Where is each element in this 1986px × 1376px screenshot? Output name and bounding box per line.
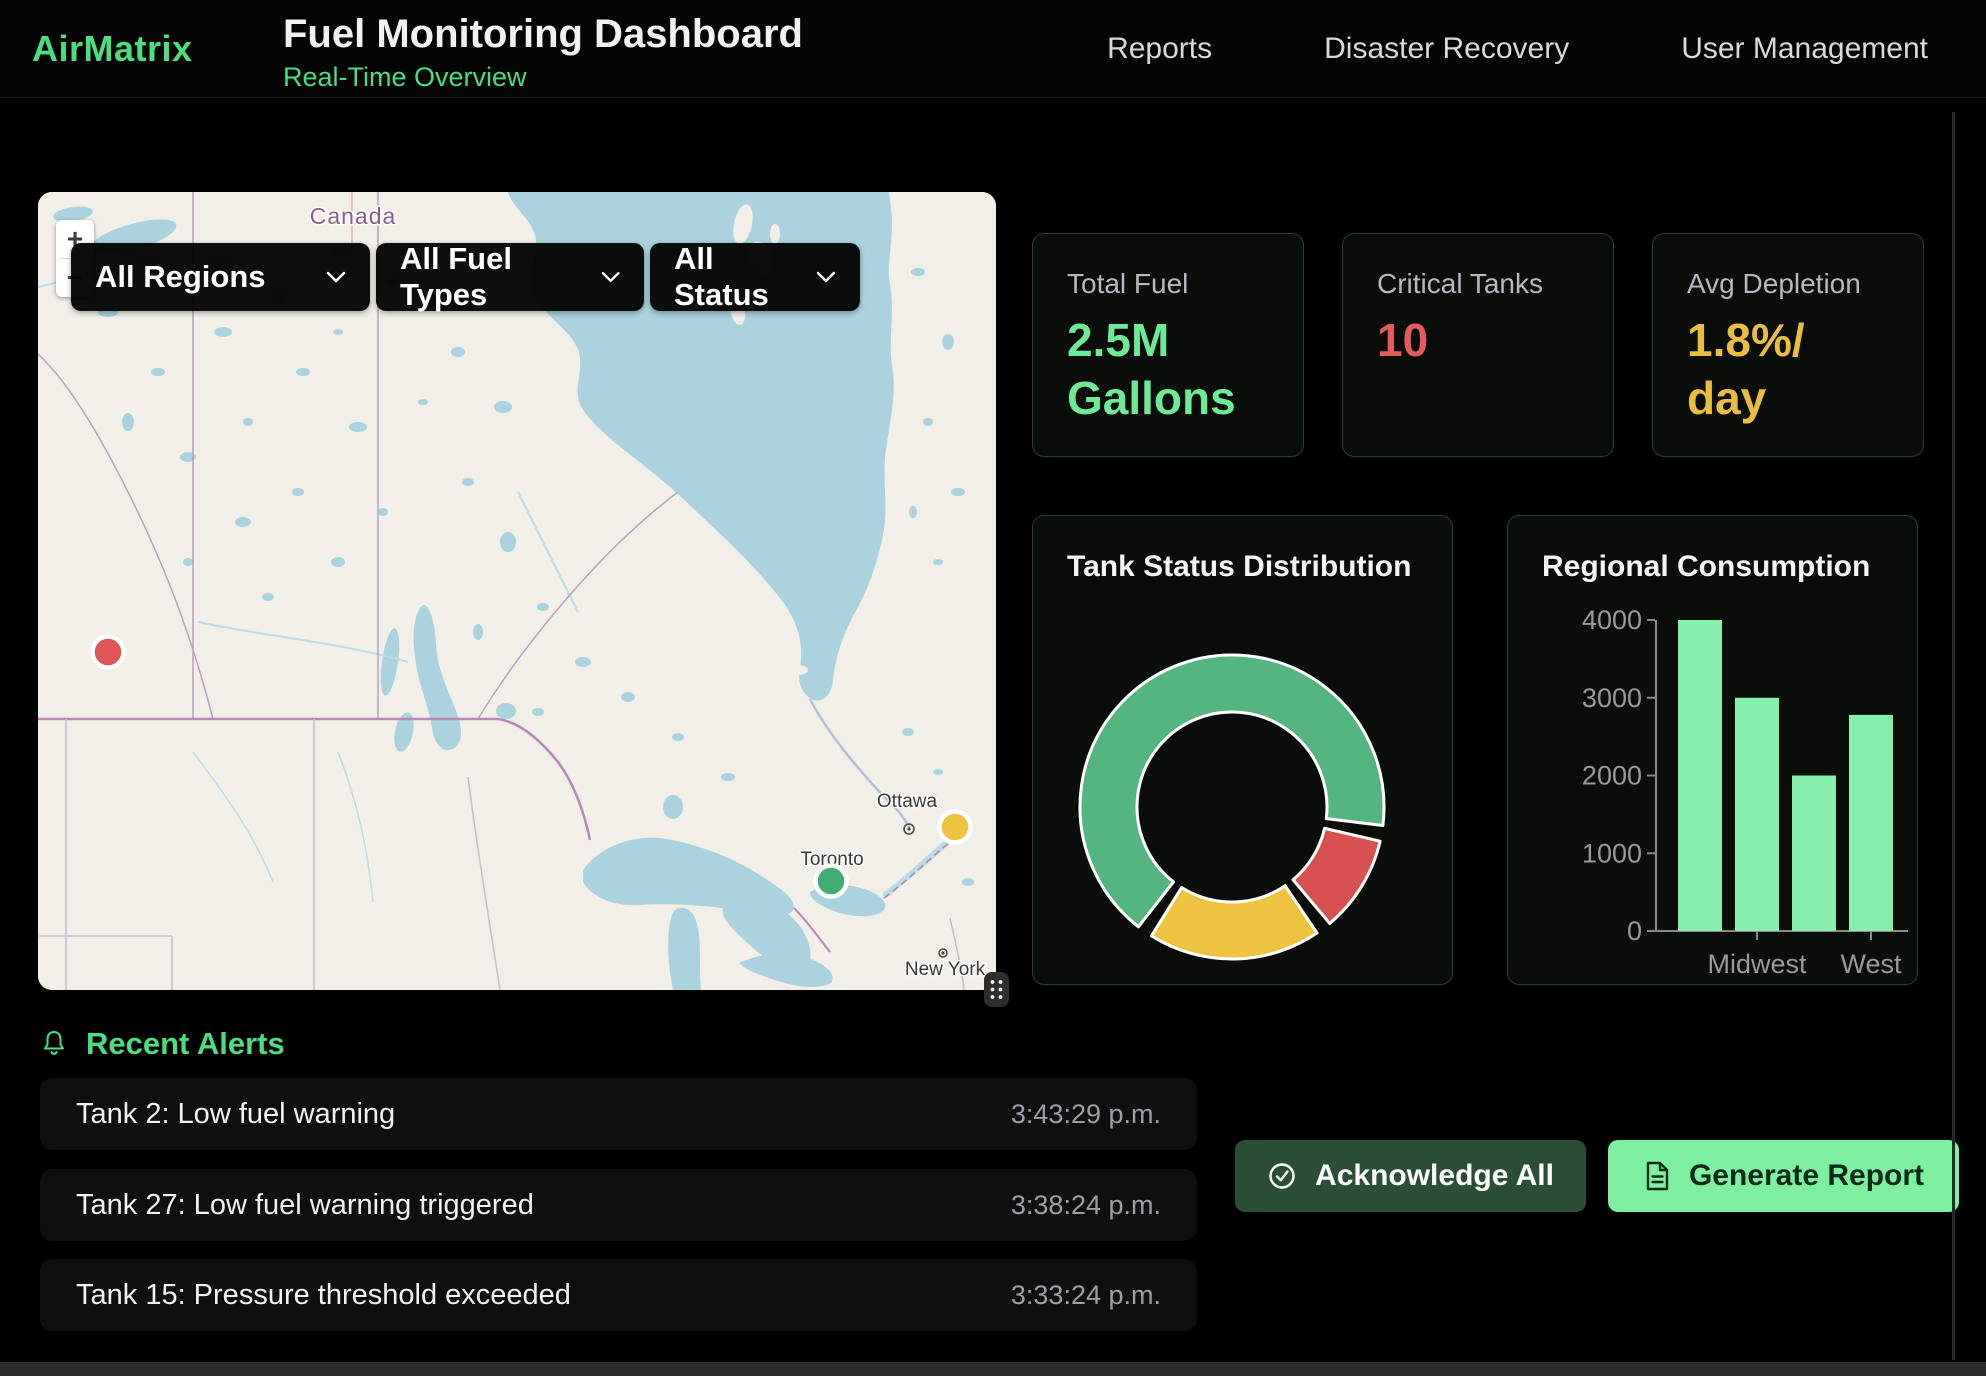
tank-marker-warning[interactable]: [940, 812, 971, 843]
map-label-new-york: New York: [905, 959, 986, 980]
stat-card-avg-depletion: Avg Depletion 1.8%/day: [1652, 233, 1924, 457]
alert-message: Tank 2: Low fuel warning: [76, 1098, 395, 1131]
acknowledge-all-button[interactable]: Acknowledge All: [1235, 1140, 1586, 1212]
y-tick-label: 0: [1627, 916, 1642, 946]
header-bar: AirMatrix Fuel Monitoring Dashboard Real…: [0, 0, 1986, 98]
chevron-down-icon: [326, 271, 346, 283]
document-icon: [1643, 1160, 1671, 1192]
bar-region-3: [1849, 715, 1893, 931]
tank-status-donut-chart: [1033, 516, 1453, 985]
nav-item-reports[interactable]: Reports: [1107, 32, 1212, 66]
stat-value: 1.8%/day: [1687, 312, 1889, 428]
regional-consumption-card: Regional Consumption 01000200030004000Mi…: [1507, 515, 1918, 985]
stat-card-total-fuel: Total Fuel 2.5MGallons: [1032, 233, 1304, 457]
stats-row: Total Fuel 2.5MGallons Critical Tanks 10 Avg…: [1032, 233, 1924, 457]
alert-timestamp: 3:43:29 p.m.: [1011, 1099, 1161, 1130]
alert-message: Tank 15: Pressure threshold exceeded: [76, 1279, 571, 1312]
alert-row[interactable]: Tank 27: Low fuel warning triggered 3:38:…: [40, 1169, 1197, 1241]
filter-all-fuel-types[interactable]: All Fuel Types: [376, 243, 644, 311]
bottom-scrollbar-track[interactable]: [0, 1362, 1986, 1376]
tank-marker-critical[interactable]: [93, 637, 124, 668]
alert-row[interactable]: Tank 15: Pressure threshold exceeded 3:33…: [40, 1259, 1197, 1331]
acknowledge-all-label: Acknowledge All: [1315, 1159, 1554, 1193]
y-tick-label: 2000: [1582, 761, 1642, 791]
tank-status-card: Tank Status Distribution: [1032, 515, 1453, 985]
bar-region-0: [1678, 620, 1722, 931]
x-tick-label-west: West: [1840, 949, 1902, 979]
alert-timestamp: 3:33:24 p.m.: [1011, 1280, 1161, 1311]
stat-value: 2.5MGallons: [1067, 312, 1269, 428]
page-subtitle: Real-Time Overview: [283, 62, 527, 93]
brand-logo: AirMatrix: [32, 28, 193, 70]
map-label-ottawa: Ottawa: [877, 791, 938, 812]
generate-report-button[interactable]: Generate Report: [1608, 1140, 1959, 1212]
alert-message: Tank 27: Low fuel warning triggered: [76, 1189, 534, 1222]
recent-alerts-title: Recent Alerts: [86, 1026, 285, 1062]
stat-label: Avg Depletion: [1687, 268, 1889, 300]
filter-label: All Regions: [95, 259, 266, 295]
bar-region-1: [1735, 698, 1779, 931]
top-nav: Reports Disaster Recovery User Management: [1107, 0, 1928, 98]
alert-timestamp: 3:38:24 p.m.: [1011, 1190, 1161, 1221]
stat-value: 10: [1377, 312, 1579, 370]
nav-item-user-management[interactable]: User Management: [1681, 32, 1928, 66]
map-filter-bar: All Regions All Fuel Types All Status: [71, 243, 860, 311]
y-tick-label: 4000: [1582, 605, 1642, 635]
recent-alerts-header: Recent Alerts: [40, 1026, 285, 1062]
generate-report-label: Generate Report: [1689, 1159, 1924, 1193]
dashboard-page: AirMatrix Fuel Monitoring Dashboard Real…: [0, 0, 1986, 1376]
filter-all-status[interactable]: All Status: [650, 243, 860, 311]
stat-label: Critical Tanks: [1377, 268, 1579, 300]
filter-label: All Fuel Types: [400, 241, 601, 313]
stat-label: Total Fuel: [1067, 268, 1269, 300]
chevron-down-icon: [601, 271, 620, 283]
regional-consumption-bar-chart: 0 1000 2000 3000 4000 Midwest West: [1508, 516, 1918, 985]
filter-label: All Status: [674, 241, 816, 313]
alert-row[interactable]: Tank 2: Low fuel warning 3:43:29 p.m.: [40, 1078, 1197, 1150]
check-circle-icon: [1267, 1161, 1297, 1191]
page-title: Fuel Monitoring Dashboard: [283, 12, 803, 57]
map-label-country: Canada: [310, 203, 397, 229]
filter-all-regions[interactable]: All Regions: [71, 243, 370, 311]
fuel-map-panel: CanadaOttawaTorontoNew York + − All Regi…: [38, 192, 996, 990]
donut-segment-warning: [1151, 886, 1317, 959]
chevron-down-icon: [816, 271, 836, 283]
x-tick-label-midwest: Midwest: [1707, 949, 1807, 979]
drag-handle-icon[interactable]: [984, 972, 1009, 1007]
y-tick-label: 3000: [1582, 683, 1642, 713]
bell-icon: [40, 1029, 68, 1059]
stat-card-critical-tanks: Critical Tanks 10: [1342, 233, 1614, 457]
y-tick-label: 1000: [1582, 838, 1642, 868]
donut-segment-critical: [1293, 828, 1380, 923]
tank-marker-normal[interactable]: [816, 866, 847, 897]
content-right-divider: [1952, 112, 1955, 1360]
nav-item-disaster-recovery[interactable]: Disaster Recovery: [1324, 32, 1569, 66]
bar-region-2: [1792, 776, 1836, 932]
